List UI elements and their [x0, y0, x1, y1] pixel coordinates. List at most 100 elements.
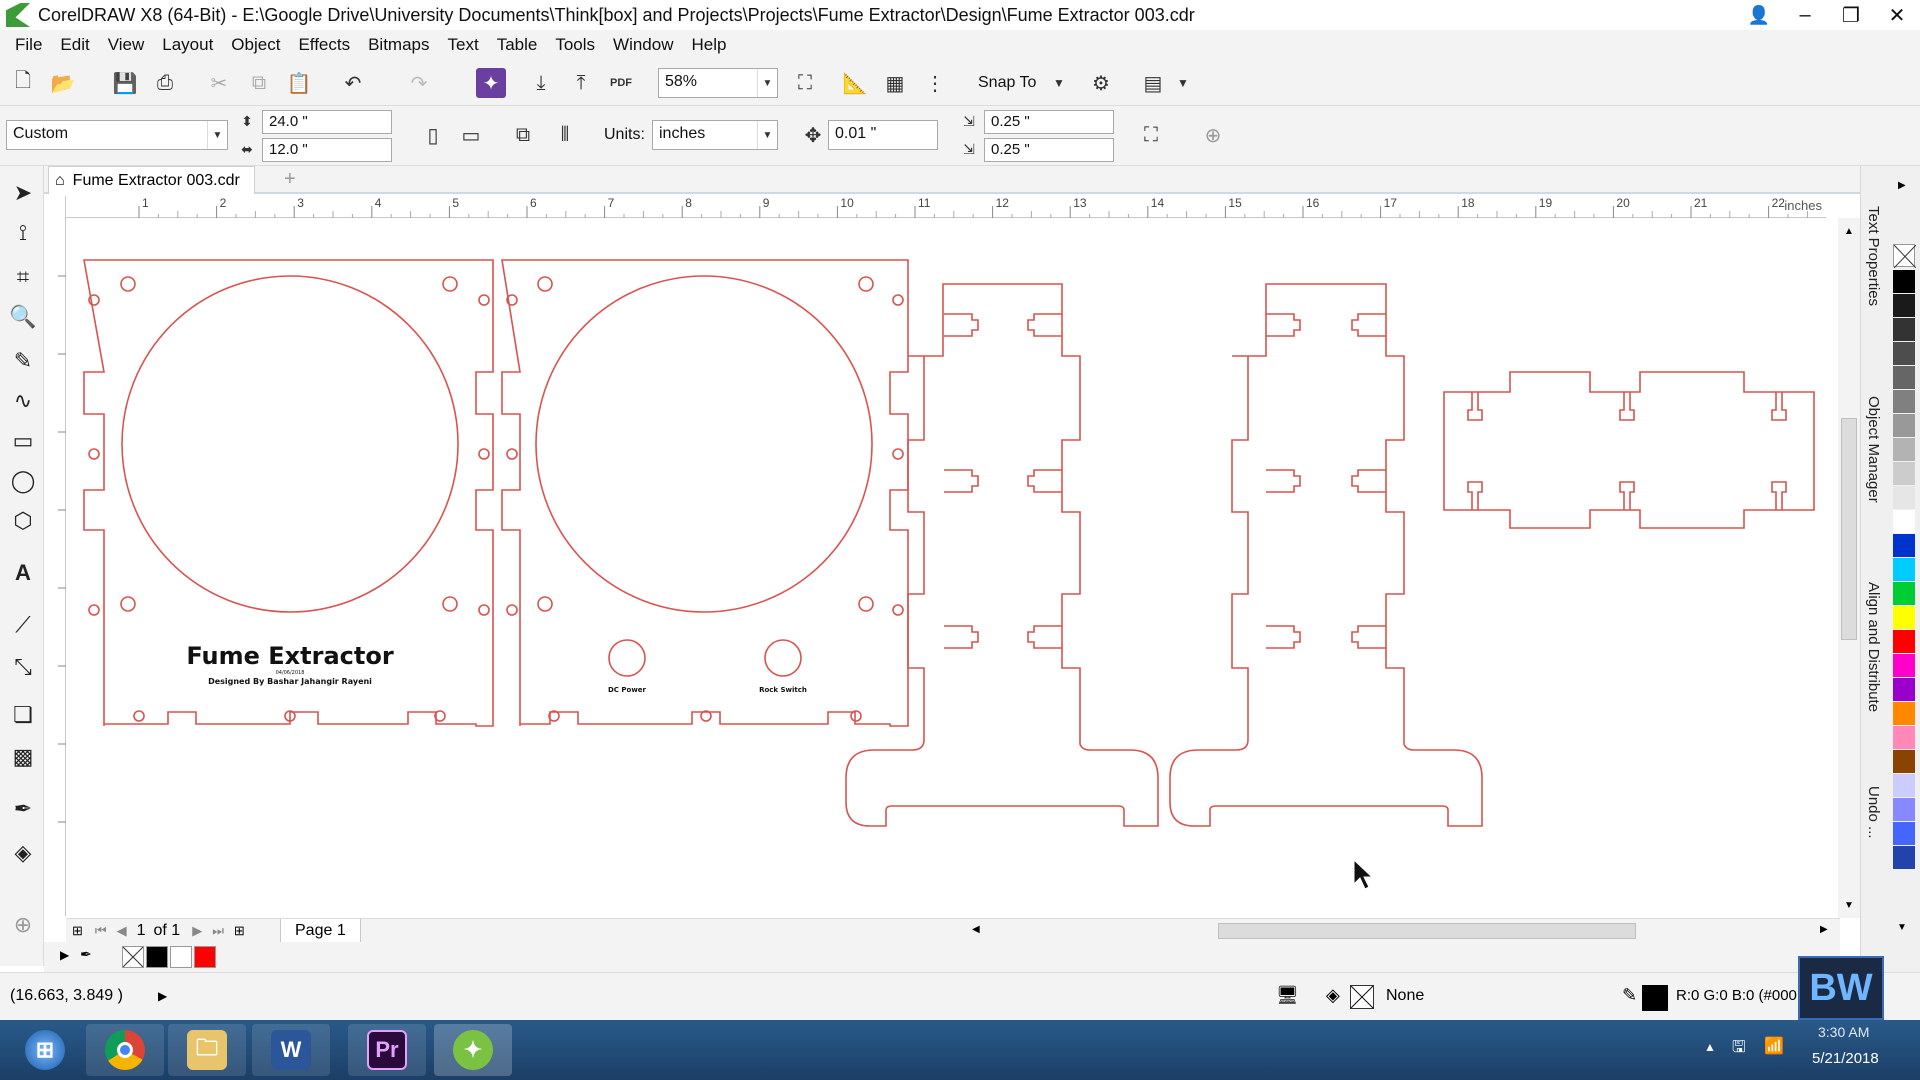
treat-as-filled-icon[interactable]: ⛶ [1136, 120, 1166, 150]
palette-swatch[interactable] [1893, 654, 1915, 677]
palette-scroll-down-icon[interactable]: ▼ [1897, 922, 1907, 933]
page-tab[interactable]: Page 1 [280, 919, 361, 943]
current-page-icon[interactable]: ⫴ [550, 120, 580, 150]
pick-tool-icon[interactable]: ➤ [8, 178, 38, 208]
palette-swatch[interactable] [1893, 534, 1915, 557]
vertical-ruler[interactable] [44, 196, 66, 916]
taskbar-file-explorer[interactable]: 🗀 [168, 1024, 246, 1076]
interactive-fill-icon[interactable]: ◈ [8, 838, 38, 868]
save-icon[interactable]: 💾 [110, 68, 140, 98]
ellipse-tool-icon[interactable]: ◯ [8, 466, 38, 496]
nudge-distance-input[interactable]: 0.01 " [828, 120, 938, 150]
menu-bitmaps[interactable]: Bitmaps [359, 35, 438, 55]
page-preset-combo[interactable]: Custom ▼ [6, 120, 228, 150]
show-grid-icon[interactable]: ▦ [880, 68, 910, 98]
scroll-down-icon[interactable]: ▼ [1844, 900, 1854, 911]
parallel-dimension-icon[interactable]: ⟋ [8, 610, 38, 640]
application-launcher-icon[interactable]: ▤ [1138, 68, 1168, 98]
palette-swatch[interactable] [1893, 342, 1915, 365]
shape-tool-icon[interactable]: ⟟ [8, 218, 38, 248]
palette-swatch[interactable] [1893, 558, 1915, 581]
show-rulers-icon[interactable]: 📐 [840, 68, 870, 98]
docker-tab-undo[interactable]: Undo ... [1865, 786, 1882, 839]
swatch-black[interactable] [146, 946, 168, 968]
palette-no-color[interactable] [1893, 244, 1917, 269]
text-tool-icon[interactable]: A [8, 558, 38, 588]
print-icon[interactable]: ⎙ [150, 68, 180, 98]
add-page-before-icon[interactable]: ⊞ [72, 923, 83, 939]
copy-icon[interactable]: ⧉ [244, 68, 274, 98]
start-button[interactable]: ⊞ [6, 1024, 84, 1076]
taskbar-premiere[interactable]: Pr [348, 1024, 426, 1076]
current-page-number[interactable]: 1 [137, 922, 146, 940]
menu-effects[interactable]: Effects [289, 35, 359, 55]
drop-shadow-icon[interactable]: ❏ [8, 700, 38, 730]
side-panel-left[interactable] [845, 283, 1159, 827]
new-document-icon[interactable]: 🗋 [8, 68, 38, 98]
launcher-chevron-icon[interactable]: ▼ [1168, 68, 1198, 98]
snap-to-chevron-icon[interactable]: ▼ [1044, 68, 1074, 98]
duplicate-distance-y-input[interactable]: 0.25 " [984, 138, 1114, 162]
top-plate[interactable] [1443, 371, 1815, 529]
landscape-icon[interactable]: ▭ [456, 120, 486, 150]
crop-tool-icon[interactable]: ⌗ [8, 262, 38, 292]
duplicate-distance-x-input[interactable]: 0.25 " [984, 110, 1114, 134]
cut-icon[interactable]: ✂ [204, 68, 234, 98]
zoom-level-combo[interactable]: 58% ▼ [658, 68, 778, 98]
menu-window[interactable]: Window [604, 35, 682, 55]
color-eyedropper-icon[interactable]: ✒ [8, 794, 38, 824]
artistic-media-icon[interactable]: ∿ [8, 386, 38, 416]
side-panel-right[interactable] [1169, 283, 1483, 827]
next-page-icon[interactable]: ▶ [192, 923, 202, 939]
docker-tab-align-distribute[interactable]: Align and Distribute [1865, 582, 1882, 712]
add-page-after-icon[interactable]: ⊞ [234, 923, 245, 939]
taskbar-coreldraw[interactable]: ✦ [434, 1024, 512, 1076]
palette-swatch[interactable] [1893, 414, 1915, 437]
horizontal-ruler[interactable]: 1 2 3 4 5 6 7 8 9 10 11 12 13 14 15 16 17 18 19 20 21 22 inch… [66, 196, 1828, 218]
palette-swatch[interactable] [1893, 630, 1915, 653]
taskbar-word[interactable]: W [252, 1024, 330, 1076]
new-tab-icon[interactable]: + [284, 168, 296, 191]
menu-help[interactable]: Help [683, 35, 736, 55]
document-tab[interactable]: ⌂ Fume Extractor 003.cdr [48, 166, 255, 194]
palette-swatch[interactable] [1893, 606, 1915, 629]
menu-table[interactable]: Table [488, 35, 547, 55]
palette-expand-icon[interactable]: ▶ [60, 948, 69, 962]
scroll-right-icon[interactable]: ▶ [1820, 924, 1828, 935]
import-icon[interactable]: ⤓ [526, 68, 556, 98]
palette-swatch[interactable] [1893, 438, 1915, 461]
tray-clock-date[interactable]: 5/21/2018 [1812, 1050, 1879, 1067]
palette-swatch[interactable] [1893, 774, 1915, 797]
first-page-icon[interactable]: ⏮ [95, 923, 107, 939]
palette-swatch[interactable] [1893, 390, 1915, 413]
outline-color-swatch[interactable] [1642, 985, 1668, 1011]
vertical-scrollbar[interactable]: ▲ ▼ [1838, 218, 1860, 918]
minimize-button[interactable]: – [1782, 0, 1828, 30]
palette-swatch[interactable] [1893, 702, 1915, 725]
taskbar-chrome[interactable] [86, 1024, 164, 1076]
outline-pen-icon[interactable]: ✎ [1622, 985, 1637, 1006]
palette-swatch[interactable] [1893, 846, 1915, 869]
show-guidelines-icon[interactable]: ⋮ [920, 68, 950, 98]
swatch-none[interactable] [122, 946, 144, 968]
palette-swatch[interactable] [1893, 294, 1915, 317]
connector-tool-icon[interactable]: ⤡ [8, 652, 38, 682]
palette-eyedropper-icon[interactable]: ✒ [80, 946, 92, 963]
snap-to-button[interactable]: Snap To [978, 74, 1036, 92]
swatch-red[interactable] [194, 946, 216, 968]
scroll-up-icon[interactable]: ▲ [1844, 226, 1854, 237]
restore-button[interactable]: ❐ [1828, 0, 1874, 30]
menu-file[interactable]: File [6, 35, 51, 55]
palette-swatch[interactable] [1893, 510, 1915, 533]
portrait-icon[interactable]: ▯ [418, 120, 448, 150]
options-gear-icon[interactable]: ⚙ [1086, 68, 1116, 98]
add-tool-icon[interactable]: ⊕ [8, 910, 38, 940]
units-combo[interactable]: inches ▼ [652, 120, 778, 150]
open-icon[interactable]: 📂 [48, 68, 78, 98]
undo-icon[interactable]: ↶ [338, 68, 368, 98]
tray-clock-time[interactable]: 3:30 AM [1818, 1024, 1869, 1040]
page-width-input[interactable]: 24.0 " [262, 110, 392, 134]
full-screen-icon[interactable]: ⛶ [790, 68, 820, 98]
palette-swatch[interactable] [1893, 678, 1915, 701]
redo-icon[interactable]: ↷ [404, 68, 434, 98]
